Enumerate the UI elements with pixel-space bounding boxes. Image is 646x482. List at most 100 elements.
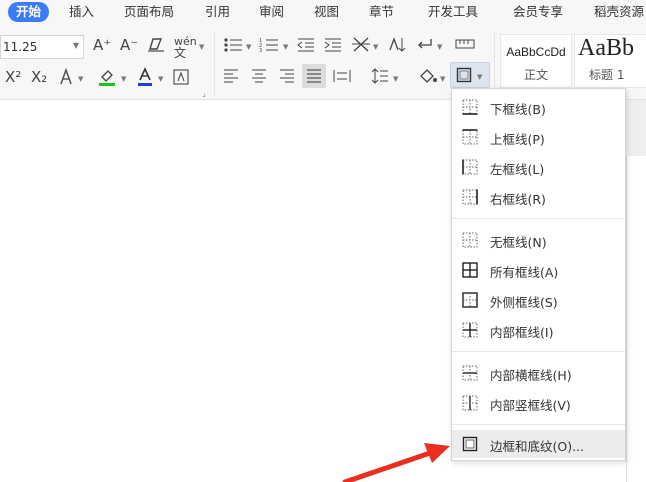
- align-right-icon[interactable]: [279, 69, 295, 86]
- border-inside-horizontal-icon: [462, 365, 478, 381]
- menu-item-border-bottom[interactable]: 下框线(B): [452, 93, 625, 121]
- menu-item-label: 无框线(N): [490, 235, 547, 250]
- chevron-down-icon[interactable]: ▼: [199, 43, 204, 51]
- justify-icon[interactable]: [302, 64, 326, 88]
- ruler-icon[interactable]: [455, 36, 475, 55]
- increase-indent-icon[interactable]: [324, 37, 342, 56]
- tab-home[interactable]: 开始: [8, 2, 50, 22]
- bullet-list-icon[interactable]: [223, 37, 243, 56]
- tab-view[interactable]: 视图: [314, 2, 339, 22]
- menu-item-border-outside[interactable]: 外侧框线(S): [452, 286, 625, 314]
- sort-icon[interactable]: [388, 36, 406, 56]
- character-border-icon[interactable]: [173, 69, 189, 88]
- style-caption: 标题 1: [589, 68, 625, 82]
- subscript-icon[interactable]: X₂: [31, 70, 47, 85]
- shrink-font-icon[interactable]: A⁻: [120, 38, 138, 53]
- chevron-down-icon[interactable]: ▼: [373, 43, 378, 51]
- chevron-down-icon[interactable]: ▼: [283, 43, 288, 51]
- menu-item-label: 右框线(R): [490, 192, 546, 207]
- dialog-launcher-icon[interactable]: ⌟: [202, 89, 206, 98]
- chevron-down-icon[interactable]: ▼: [440, 75, 445, 83]
- menu-separator: [452, 424, 625, 425]
- chevron-down-icon[interactable]: ▼: [121, 75, 126, 83]
- font-size-value: 11.25: [3, 40, 38, 54]
- border-outside-icon: [462, 292, 478, 308]
- menu-item-borders-and-shading[interactable]: 边框和底纹(O)...: [452, 430, 625, 458]
- chevron-down-icon: ▼: [72, 41, 79, 50]
- border-top-icon: [462, 129, 478, 145]
- menu-item-label: 内部横框线(H): [490, 368, 572, 383]
- border-inside-icon: [462, 322, 478, 338]
- menu-item-label: 边框和底纹(O)...: [490, 439, 585, 454]
- clear-format-icon[interactable]: [147, 37, 165, 56]
- highlight-icon[interactable]: [98, 67, 116, 90]
- tab-insert[interactable]: 插入: [69, 2, 94, 22]
- style-sample: AaBb: [578, 35, 634, 61]
- menu-item-label: 外侧框线(S): [490, 295, 558, 310]
- border-right-icon: [462, 189, 478, 205]
- menu-item-border-left[interactable]: 左框线(L): [452, 153, 625, 181]
- menu-item-label: 上框线(P): [490, 132, 545, 147]
- grow-font-icon[interactable]: A⁺: [93, 38, 111, 53]
- align-left-icon[interactable]: [223, 69, 239, 86]
- chevron-down-icon: ▼: [477, 73, 483, 81]
- menu-item-label: 下框线(B): [490, 102, 546, 117]
- distributed-align-icon[interactable]: [333, 69, 351, 86]
- menu-item-border-all[interactable]: 所有框线(A): [452, 256, 625, 284]
- style-normal[interactable]: AaBbCcDd 正文: [500, 34, 572, 88]
- text-effect-icon[interactable]: [58, 67, 74, 89]
- tab-page-layout[interactable]: 页面布局: [124, 2, 174, 22]
- svg-text:3: 3: [259, 48, 262, 53]
- chevron-down-icon[interactable]: ▼: [437, 43, 442, 51]
- ribbon-separator: [214, 32, 215, 96]
- border-all-icon: [462, 262, 478, 278]
- menu-item-border-inside[interactable]: 内部框线(I): [452, 316, 625, 344]
- chinese-layout-icon[interactable]: [351, 36, 371, 56]
- menu-item-border-none[interactable]: 无框线(N): [452, 226, 625, 254]
- tab-section[interactable]: 章节: [369, 2, 394, 22]
- border-shading-icon: [462, 436, 478, 452]
- menu-separator: [452, 351, 625, 352]
- style-caption: 正文: [523, 68, 548, 82]
- chevron-down-icon[interactable]: ▼: [78, 75, 83, 83]
- tab-docer[interactable]: 稻壳资源: [594, 2, 644, 22]
- align-center-icon[interactable]: [251, 69, 267, 86]
- border-inside-vertical-icon: [462, 395, 478, 411]
- chevron-down-icon[interactable]: ▼: [246, 43, 251, 51]
- superscript-icon[interactable]: X²: [5, 70, 21, 85]
- tab-references[interactable]: 引用: [205, 2, 230, 22]
- menu-item-border-right[interactable]: 右框线(R): [452, 183, 625, 211]
- decrease-indent-icon[interactable]: [297, 37, 315, 56]
- border-left-icon: [462, 159, 478, 175]
- shading-icon[interactable]: [418, 67, 438, 88]
- style-heading-1[interactable]: AaBb 标题 1: [574, 34, 646, 88]
- document-right-gutter: [626, 100, 646, 482]
- style-sample: AaBbCcDd: [506, 45, 566, 59]
- document-page: [626, 156, 646, 482]
- numbered-list-icon[interactable]: 123: [259, 37, 279, 56]
- font-color-icon[interactable]: [137, 67, 153, 90]
- menu-item-label: 内部框线(I): [490, 325, 554, 340]
- tab-review[interactable]: 审阅: [259, 2, 284, 22]
- border-button[interactable]: ▼: [450, 62, 490, 88]
- menu-item-border-top[interactable]: 上框线(P): [452, 123, 625, 151]
- menu-item-border-inside-horizontal[interactable]: 内部横框线(H): [452, 359, 625, 387]
- chevron-down-icon[interactable]: ▼: [158, 75, 163, 83]
- ribbon-tab-bar: 开始 插入 页面布局 引用 审阅 视图 章节 开发工具 会员专享 稻壳资源: [0, 0, 646, 24]
- phonetic-char: 文: [174, 46, 187, 60]
- ribbon-separator: [494, 32, 495, 96]
- font-size-select[interactable]: 11.25 ▼: [0, 35, 84, 59]
- chevron-down-icon[interactable]: ▼: [393, 75, 398, 83]
- border-bottom-icon: [462, 99, 478, 115]
- show-marks-icon[interactable]: [416, 36, 434, 56]
- tab-developer[interactable]: 开发工具: [428, 2, 478, 22]
- menu-item-border-inside-vertical[interactable]: 内部竖框线(V): [452, 389, 625, 417]
- menu-separator: [452, 218, 625, 219]
- menu-item-label: 所有框线(A): [490, 265, 559, 280]
- border-outside-icon: [456, 67, 472, 86]
- border-none-icon: [462, 232, 478, 248]
- tab-member[interactable]: 会员专享: [513, 2, 563, 22]
- menu-item-label: 内部竖框线(V): [490, 398, 571, 413]
- phonetic-guide-icon[interactable]: wén 文: [174, 36, 197, 59]
- line-spacing-icon[interactable]: [371, 67, 389, 88]
